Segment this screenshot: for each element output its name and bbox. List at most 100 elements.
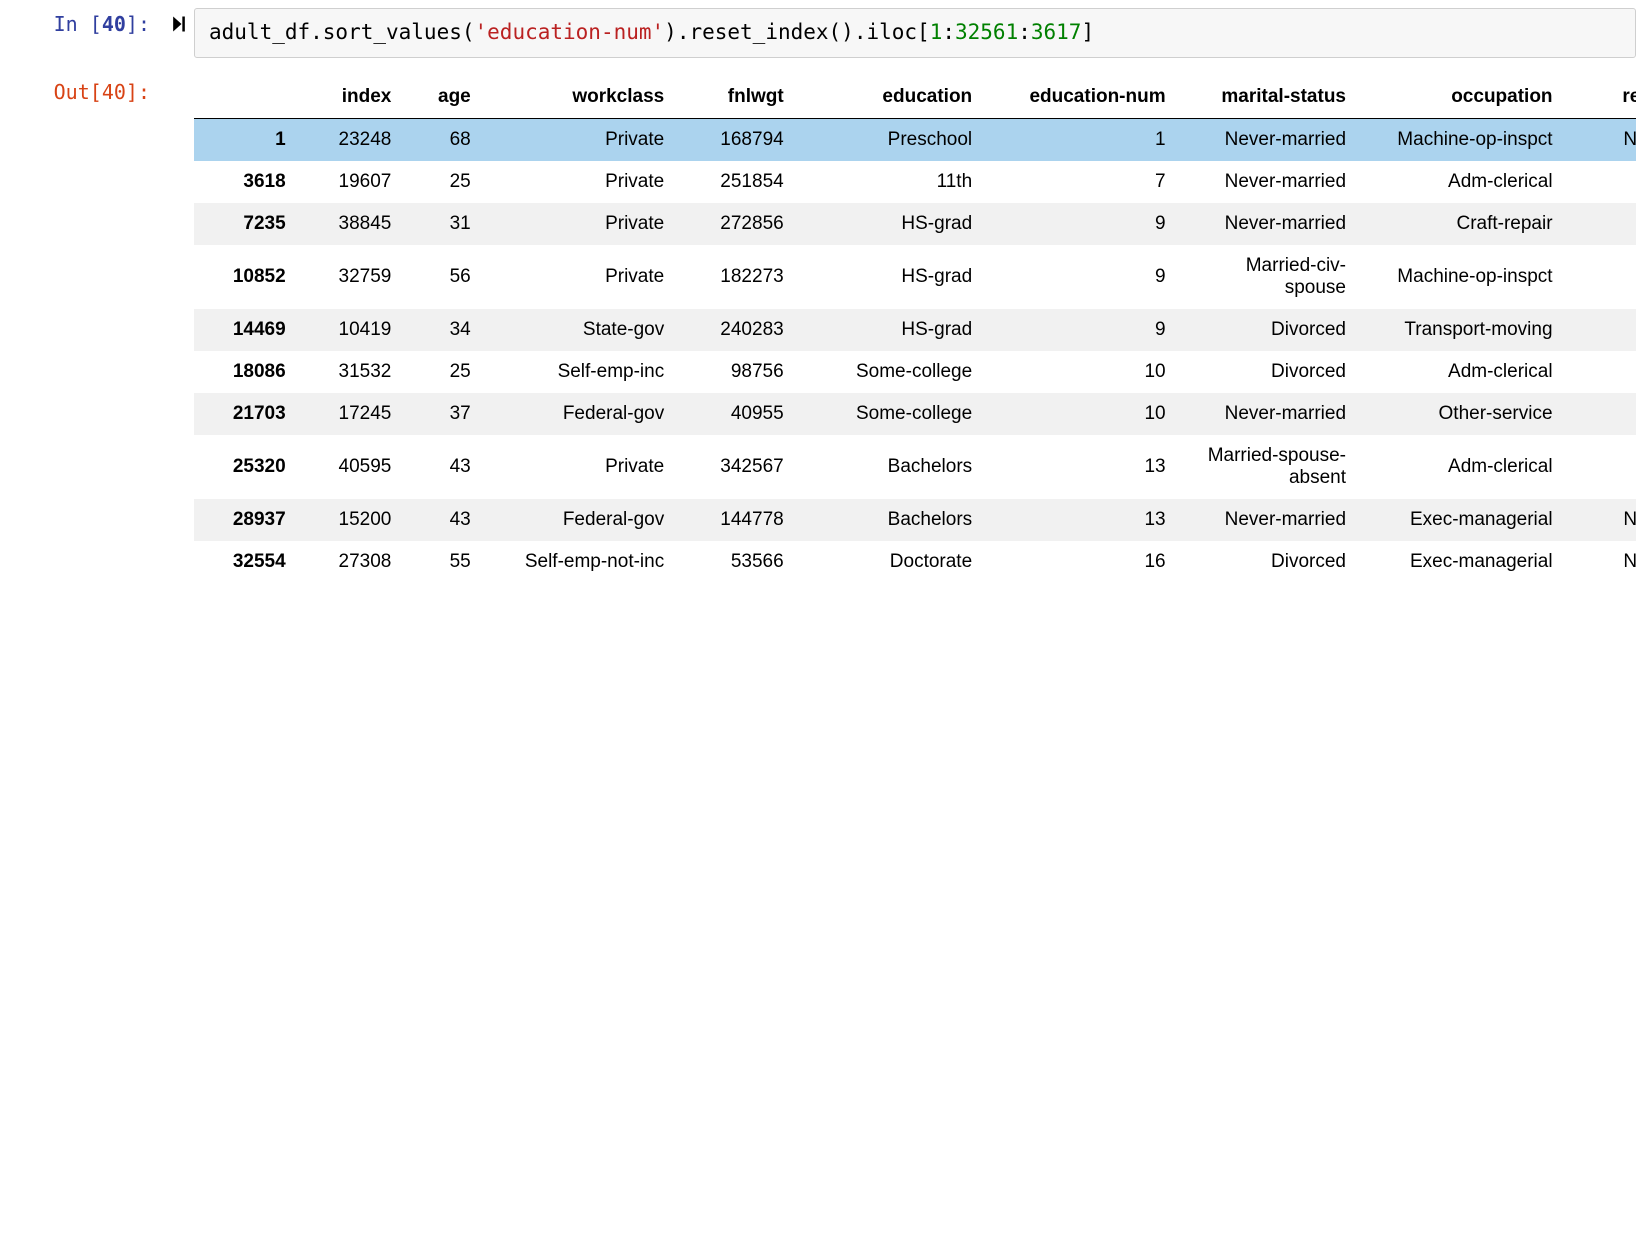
table-row[interactable]: 253204059543Private342567Bachelors13Marr… bbox=[194, 435, 1636, 499]
cell: Never-married bbox=[1180, 393, 1360, 435]
cell: Preschool bbox=[798, 118, 986, 161]
cell: Divorced bbox=[1180, 541, 1360, 583]
cell: Bachelors bbox=[798, 435, 986, 499]
cell: 1 bbox=[986, 118, 1179, 161]
header-row: indexageworkclassfnlwgteducationeducatio… bbox=[194, 76, 1636, 119]
row-index: 1 bbox=[194, 118, 300, 161]
table-row[interactable]: 325542730855Self-emp-not-inc53566Doctora… bbox=[194, 541, 1636, 583]
run-icon bbox=[169, 14, 189, 39]
cell: Own-child bbox=[1567, 351, 1636, 393]
cell: 55 bbox=[405, 541, 484, 583]
out-prompt-number: 40 bbox=[102, 80, 126, 104]
cell: Some-college bbox=[798, 393, 986, 435]
cell: Machine-op-inspct bbox=[1360, 118, 1567, 161]
cell: Unmarried bbox=[1567, 309, 1636, 351]
cell: 9 bbox=[986, 309, 1179, 351]
code-token: ] bbox=[1081, 20, 1094, 44]
cell: 68 bbox=[405, 118, 484, 161]
code-token: 3617 bbox=[1031, 20, 1082, 44]
cell: 9 bbox=[986, 245, 1179, 309]
cell: Private bbox=[485, 435, 678, 499]
cell: Federal-gov bbox=[485, 393, 678, 435]
cell: Never-married bbox=[1180, 161, 1360, 203]
cell: Self-emp-inc bbox=[485, 351, 678, 393]
cell: Unmarried bbox=[1567, 435, 1636, 499]
table-row[interactable]: 180863153225Self-emp-inc98756Some-colleg… bbox=[194, 351, 1636, 393]
cell: 342567 bbox=[678, 435, 797, 499]
cell: Bachelors bbox=[798, 499, 986, 541]
row-index: 7235 bbox=[194, 203, 300, 245]
cell: 40595 bbox=[300, 435, 406, 499]
column-header[interactable]: age bbox=[405, 76, 484, 119]
cell: Not-in-family bbox=[1567, 541, 1636, 583]
cell: 31532 bbox=[300, 351, 406, 393]
cell: 272856 bbox=[678, 203, 797, 245]
table-row[interactable]: 12324868Private168794Preschool1Never-mar… bbox=[194, 118, 1636, 161]
dataframe-head: indexageworkclassfnlwgteducationeducatio… bbox=[194, 76, 1636, 119]
cell: 25 bbox=[405, 161, 484, 203]
cell: Not-in-family bbox=[1567, 118, 1636, 161]
code-input[interactable]: adult_df.sort_values('education-num').re… bbox=[194, 8, 1636, 58]
cell: 10419 bbox=[300, 309, 406, 351]
column-header[interactable]: index bbox=[300, 76, 406, 119]
output-prompt: Out[40]: bbox=[0, 76, 164, 108]
cell: 38845 bbox=[300, 203, 406, 245]
in-prompt-prefix: In [ bbox=[54, 12, 102, 36]
cell: State-gov bbox=[485, 309, 678, 351]
cell: Adm-clerical bbox=[1360, 161, 1567, 203]
cell: 144778 bbox=[678, 499, 797, 541]
cell: Own-child bbox=[1567, 393, 1636, 435]
cell: 19607 bbox=[300, 161, 406, 203]
cell: Private bbox=[485, 203, 678, 245]
cell: Craft-repair bbox=[1360, 203, 1567, 245]
run-cell-button[interactable] bbox=[164, 8, 194, 39]
table-row[interactable]: 108523275956Private182273HS-grad9Married… bbox=[194, 245, 1636, 309]
cell: HS-grad bbox=[798, 203, 986, 245]
cell: 10 bbox=[986, 393, 1179, 435]
code-token: 'education-num' bbox=[475, 20, 665, 44]
cell: 37 bbox=[405, 393, 484, 435]
cell: 168794 bbox=[678, 118, 797, 161]
cell: 15200 bbox=[300, 499, 406, 541]
cell: 53566 bbox=[678, 541, 797, 583]
cell: 251854 bbox=[678, 161, 797, 203]
cell: Some-college bbox=[798, 351, 986, 393]
column-header[interactable]: marital-status bbox=[1180, 76, 1360, 119]
code-token: 1 bbox=[930, 20, 943, 44]
table-row[interactable]: 217031724537Federal-gov40955Some-college… bbox=[194, 393, 1636, 435]
cell: Exec-managerial bbox=[1360, 541, 1567, 583]
out-prompt-prefix: Out[ bbox=[54, 80, 102, 104]
cell: 32759 bbox=[300, 245, 406, 309]
column-header[interactable]: education bbox=[798, 76, 986, 119]
cell: 34 bbox=[405, 309, 484, 351]
cell: Private bbox=[485, 245, 678, 309]
cell: Other-service bbox=[1360, 393, 1567, 435]
cell: 23248 bbox=[300, 118, 406, 161]
column-header[interactable]: relationship bbox=[1567, 76, 1636, 119]
cell: Machine-op-inspct bbox=[1360, 245, 1567, 309]
row-index: 21703 bbox=[194, 393, 300, 435]
code-token: 32561 bbox=[955, 20, 1018, 44]
cell: 7 bbox=[986, 161, 1179, 203]
dataframe-table: indexageworkclassfnlwgteducationeducatio… bbox=[194, 76, 1636, 583]
cell: 17245 bbox=[300, 393, 406, 435]
cell: Own-child bbox=[1567, 203, 1636, 245]
cell: 25 bbox=[405, 351, 484, 393]
table-row[interactable]: 144691041934State-gov240283HS-grad9Divor… bbox=[194, 309, 1636, 351]
cell: Exec-managerial bbox=[1360, 499, 1567, 541]
output-area[interactable]: indexageworkclassfnlwgteducationeducatio… bbox=[194, 76, 1636, 613]
table-row[interactable]: 289371520043Federal-gov144778Bachelors13… bbox=[194, 499, 1636, 541]
cell: Never-married bbox=[1180, 118, 1360, 161]
table-row[interactable]: 36181960725Private25185411th7Never-marri… bbox=[194, 161, 1636, 203]
cell: 240283 bbox=[678, 309, 797, 351]
column-header[interactable]: fnlwgt bbox=[678, 76, 797, 119]
code-token: ).reset_index().iloc[ bbox=[664, 20, 930, 44]
cell: 56 bbox=[405, 245, 484, 309]
column-header[interactable]: workclass bbox=[485, 76, 678, 119]
table-row[interactable]: 72353884531Private272856HS-grad9Never-ma… bbox=[194, 203, 1636, 245]
cell: Never-married bbox=[1180, 203, 1360, 245]
cell: 31 bbox=[405, 203, 484, 245]
column-header[interactable]: occupation bbox=[1360, 76, 1567, 119]
input-cell: In [40]: adult_df.sort_values('education… bbox=[0, 0, 1650, 58]
column-header[interactable]: education-num bbox=[986, 76, 1179, 119]
